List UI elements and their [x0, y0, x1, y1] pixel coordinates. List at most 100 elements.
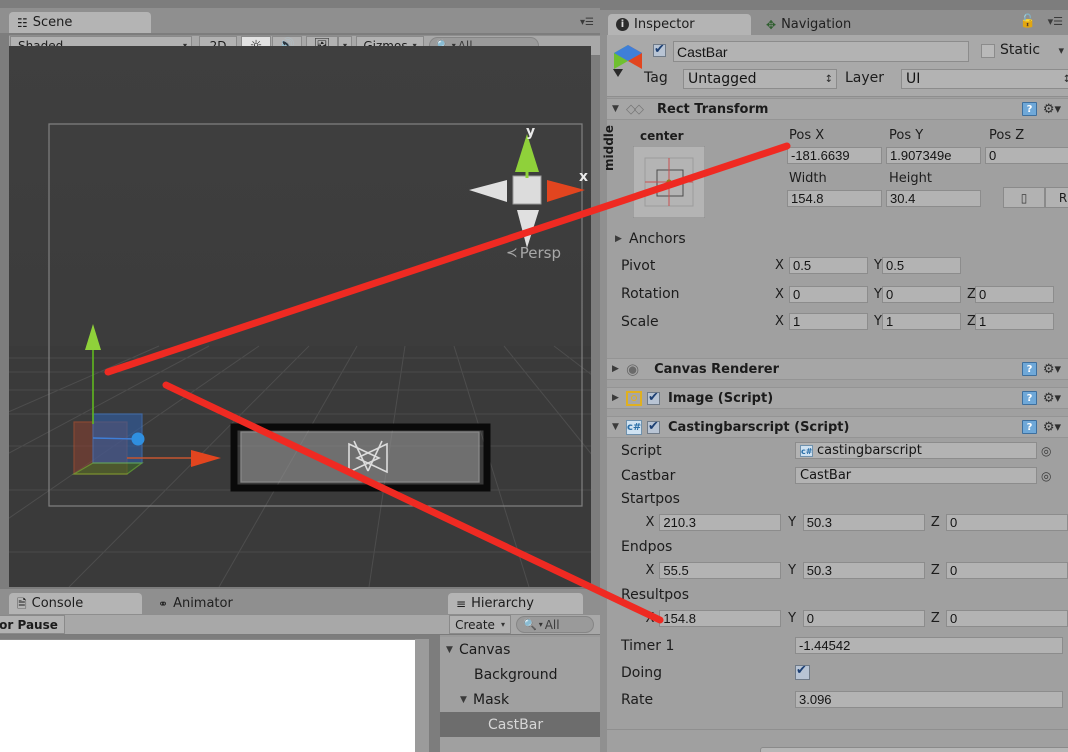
endpos-x-input[interactable] [659, 562, 782, 579]
tab-animator[interactable]: ⚭ Animator [150, 593, 243, 614]
chevron-down-icon[interactable]: ▼ [610, 104, 621, 114]
lock-icon[interactable]: 🔓 [1020, 14, 1036, 29]
anchor-preset-button[interactable] [633, 146, 705, 218]
pivot-y-input[interactable] [882, 257, 961, 274]
rate-input[interactable] [795, 691, 1063, 708]
scene-viewport[interactable]: y x ≺ Persp [9, 46, 591, 587]
console-log-area[interactable] [0, 639, 415, 752]
info-icon: i [616, 18, 629, 31]
blueprint-mode-button[interactable]: ▯ [1003, 187, 1045, 208]
pos-x-input[interactable] [787, 147, 882, 164]
scale-x-input[interactable] [789, 313, 868, 330]
castingbarscript-enabled-checkbox[interactable] [647, 419, 660, 434]
inspector-panel: i Inspector ✥ Navigation 🔓 ▾☰ Static ▾ [600, 10, 1068, 752]
gear-icon[interactable]: ⚙▾ [1043, 102, 1061, 117]
doing-checkbox[interactable] [795, 663, 810, 680]
timer-input[interactable] [795, 637, 1063, 654]
help-icon[interactable]: ? [1022, 102, 1037, 116]
scale-z-input[interactable] [975, 313, 1054, 330]
static-dropdown-icon[interactable]: ▾ [1058, 44, 1064, 57]
help-icon[interactable]: ? [1022, 391, 1037, 405]
list-item[interactable]: ▼ Canvas [440, 637, 600, 662]
animator-icon: ⚭ [158, 596, 169, 611]
anchors-label: Anchors [629, 231, 686, 247]
list-item[interactable]: ▼ Mask [440, 687, 600, 712]
axis-y-label: Y [874, 258, 882, 273]
inspector-scrollbar[interactable] [600, 10, 607, 752]
gear-icon[interactable]: ⚙▾ [1043, 362, 1061, 377]
add-component-button[interactable]: Add Component [760, 747, 1068, 752]
rotation-z-input[interactable] [975, 285, 1054, 303]
height-input[interactable] [886, 190, 981, 207]
object-picker-icon[interactable]: ◎ [1041, 469, 1051, 483]
gameobject-cube-icon [613, 45, 642, 77]
chevron-down-icon[interactable]: ▼ [610, 422, 621, 432]
image-enabled-checkbox[interactable] [647, 390, 660, 405]
rotation-y-input[interactable] [882, 285, 961, 303]
chevron-right-icon[interactable]: ▶ [610, 393, 621, 403]
chevron-right-icon[interactable]: ▶ [610, 364, 621, 374]
gear-icon[interactable]: ⚙▾ [1043, 420, 1061, 435]
component-title: Rect Transform [657, 101, 769, 117]
scene-view-gizmo[interactable] [461, 124, 591, 264]
hamburger-menu-icon[interactable]: ▾☰ [1048, 15, 1063, 28]
chevron-right-icon[interactable]: ▶ [613, 234, 624, 244]
hierarchy-search-input[interactable]: 🔍 ▾ All [516, 616, 594, 633]
layer-dropdown[interactable]: UI [901, 69, 1068, 89]
pos-y-input[interactable] [886, 147, 981, 164]
castbar-object-field[interactable]: CastBar [795, 467, 1037, 484]
raw-edit-mode-button[interactable]: R [1045, 187, 1068, 208]
list-item[interactable]: Background [440, 662, 600, 687]
scene-persp-label[interactable]: ≺ Persp [506, 244, 561, 262]
tag-dropdown[interactable]: Untagged [683, 69, 837, 89]
endpos-z-input[interactable] [946, 562, 1068, 579]
chevron-left-icon: ≺ [506, 245, 518, 261]
hierarchy-create-button[interactable]: Create ▾ [449, 615, 511, 634]
component-header-castingbarscript[interactable]: ▼ c# Castingbarscript (Script) ? ⚙▾ [607, 416, 1068, 438]
hierarchy-create-label: Create [455, 617, 495, 632]
gizmo-x-axis-label: x [579, 169, 589, 185]
component-header-image-script[interactable]: ▶ Image (Script) ? ⚙▾ [607, 387, 1068, 409]
hierarchy-item-label: Mask [473, 691, 510, 708]
resultpos-z-input[interactable] [946, 610, 1068, 627]
axis-y-label: Y [874, 314, 882, 329]
scene-panel-menu-icon[interactable]: ▾☰ [580, 17, 594, 28]
chevron-down-icon[interactable]: ▼ [460, 695, 470, 705]
script-object-field[interactable]: c# castingbarscript [795, 442, 1037, 459]
console-scrollbar[interactable] [415, 639, 429, 752]
tab-inspector[interactable]: i Inspector [608, 14, 751, 35]
static-checkbox[interactable] [981, 44, 995, 58]
gameobject-enabled-checkbox[interactable] [653, 42, 666, 57]
tab-console[interactable]: 🗎 Console [9, 593, 142, 614]
startpos-y-input[interactable] [802, 514, 925, 531]
anchor-preset-v-label: middle [602, 124, 616, 171]
pos-z-input[interactable] [985, 147, 1068, 164]
console-error-pause-button[interactable]: or Pause [0, 615, 65, 634]
help-icon[interactable]: ? [1022, 362, 1037, 376]
endpos-y-input[interactable] [802, 562, 925, 579]
resultpos-y-input[interactable] [802, 610, 925, 627]
resultpos-x-input[interactable] [659, 610, 782, 627]
width-input[interactable] [787, 190, 882, 207]
component-header-rect-transform[interactable]: ▼ ◇◇ Rect Transform ? ⚙▾ [607, 98, 1068, 120]
startpos-z-input[interactable] [946, 514, 1068, 531]
rotation-x-input[interactable] [789, 285, 868, 303]
help-icon[interactable]: ? [1022, 420, 1037, 434]
axis-x-label: X [645, 611, 655, 626]
tab-navigation[interactable]: ✥ Navigation [758, 14, 861, 35]
list-item-selected[interactable]: CastBar [440, 712, 600, 737]
anchors-foldout[interactable]: ▶ Anchors [613, 231, 686, 247]
tab-hierarchy[interactable]: ≡ Hierarchy [448, 593, 583, 614]
hierarchy-tree: ▼ Canvas Background ▼ Mask CastBar [440, 637, 600, 752]
chevron-down-icon[interactable]: ▼ [446, 645, 456, 655]
startpos-x-input[interactable] [659, 514, 782, 531]
gameobject-name-input[interactable] [673, 41, 969, 62]
resultpos-label: Resultpos [621, 586, 690, 603]
width-header: Width [789, 171, 827, 186]
component-header-canvas-renderer[interactable]: ▶ ◉ Canvas Renderer ? ⚙▾ [607, 358, 1068, 380]
gear-icon[interactable]: ⚙▾ [1043, 391, 1061, 406]
object-picker-icon[interactable]: ◎ [1041, 444, 1051, 458]
scale-y-input[interactable] [882, 313, 961, 330]
tab-scene[interactable]: ☷ Scene [9, 12, 151, 33]
pivot-x-input[interactable] [789, 257, 868, 274]
